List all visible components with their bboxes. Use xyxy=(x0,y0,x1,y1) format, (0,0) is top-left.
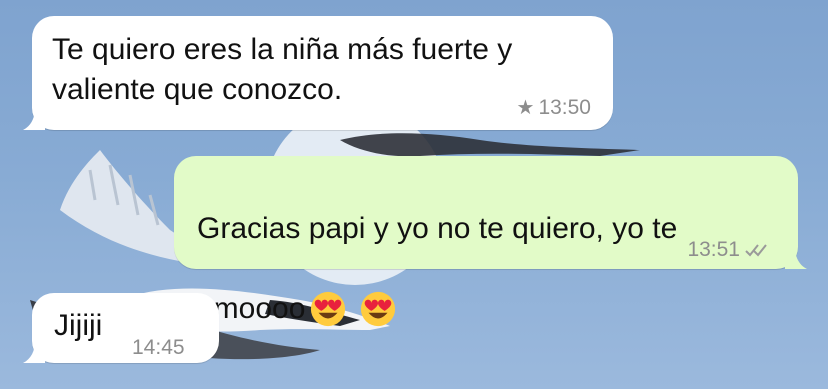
heart-eyes-emoji xyxy=(361,291,396,327)
double-check-icon xyxy=(745,244,767,257)
message-meta: 13:51 xyxy=(687,230,774,270)
bubble-tail xyxy=(23,108,45,130)
message-time: 13:51 xyxy=(687,238,740,261)
message-text: Jijiji xyxy=(54,309,103,342)
message-meta: ★ 13:50 xyxy=(517,88,592,128)
heart-eyes-emoji xyxy=(311,291,346,327)
incoming-message-bubble[interactable]: Jijiji 14:45 xyxy=(23,293,219,363)
message-text-line-2: amoooo xyxy=(197,289,797,329)
incoming-message-bubble[interactable]: Te quiero eres la niña más fuerte y vali… xyxy=(23,16,613,130)
star-icon: ★ xyxy=(516,97,535,119)
bubble-tail xyxy=(23,341,45,363)
message-time: 14:45 xyxy=(132,336,185,359)
message-meta: 14:45 xyxy=(132,328,185,368)
outgoing-message-bubble[interactable]: Gracias papi y yo no te quiero, yo te am… xyxy=(174,156,807,327)
message-time: 13:50 xyxy=(538,96,591,119)
